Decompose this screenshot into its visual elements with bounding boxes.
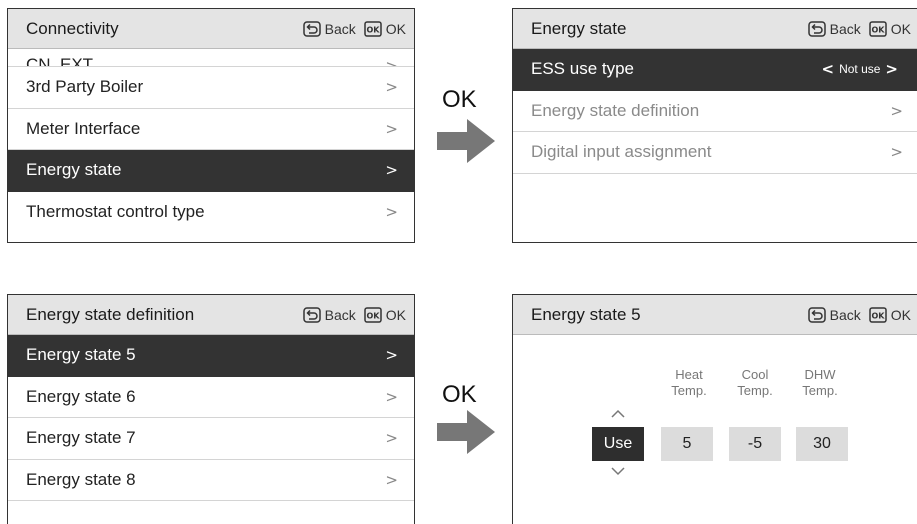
column-header-line: Temp. — [802, 383, 838, 398]
svg-text:OK: OK — [871, 25, 885, 34]
dhw-temp-value[interactable]: 30 — [796, 427, 848, 461]
back-label: Back — [829, 20, 861, 37]
right-arrow-icon — [437, 119, 495, 163]
back-button[interactable]: Back — [807, 306, 861, 323]
ok-button[interactable]: OK OK — [364, 307, 406, 323]
list-item-energy-state-5[interactable]: Energy state 5 > — [8, 335, 414, 377]
ess-use-type-value: Not use — [839, 62, 881, 77]
ok-button[interactable]: OK OK — [869, 307, 911, 323]
ok-button[interactable]: OK OK — [364, 21, 406, 37]
dhw-temp-header: DHW Temp. — [800, 367, 840, 399]
cool-temp-header: Cool Temp. — [735, 367, 775, 399]
screen-title: Connectivity — [26, 18, 119, 38]
chevron-right-icon: > — [385, 161, 398, 180]
list-item-label: Energy state 8 — [26, 469, 136, 489]
heat-temp-value[interactable]: 5 — [661, 427, 713, 461]
ok-key-icon: OK — [869, 20, 887, 37]
list-item-energy-state-definition[interactable]: Energy state definition > — [513, 91, 917, 132]
heat-temp-header: Heat Temp. — [669, 367, 709, 399]
chevron-right-icon: > — [385, 387, 398, 406]
list-item-label: Meter Interface — [26, 118, 141, 138]
column-header-line: Cool — [741, 367, 769, 382]
list-item-energy-state-7[interactable]: Energy state 7 > — [8, 418, 414, 460]
back-label: Back — [829, 306, 861, 323]
chevron-right-icon: > — [890, 143, 903, 162]
back-return-icon — [807, 306, 826, 323]
list-item-energy-state[interactable]: Energy state > — [8, 150, 414, 192]
list-item-label: Energy state definition — [531, 100, 700, 120]
back-label: Back — [324, 20, 356, 37]
chevron-up-icon[interactable] — [611, 409, 625, 418]
list-item-label: Energy state 7 — [26, 428, 136, 448]
ok-label: OK — [890, 306, 911, 323]
chevron-right-icon: > — [385, 203, 398, 222]
right-arrow-icon — [437, 410, 495, 454]
back-button[interactable]: Back — [807, 20, 861, 37]
back-button[interactable]: Back — [302, 20, 356, 37]
list-item-meter-interface[interactable]: Meter Interface > — [8, 109, 414, 150]
list-item-thermostat-control-type[interactable]: Thermostat control type > — [8, 192, 414, 234]
ess-use-type-label: ESS use type — [531, 59, 635, 79]
energy-state-screen: Energy state Back OK OK ESS use type < N… — [512, 8, 917, 243]
svg-text:OK: OK — [366, 25, 380, 34]
chevron-right-icon: > — [385, 119, 398, 138]
screen-title: Energy state 5 — [531, 304, 641, 324]
chevron-right-icon: > — [890, 101, 903, 120]
list-item-label: Energy state 5 — [26, 345, 136, 365]
ok-transition-label-top: OK — [442, 86, 477, 113]
svg-text:OK: OK — [871, 311, 885, 320]
list-item-label: Thermostat control type — [26, 202, 205, 222]
use-toggle[interactable]: Use — [592, 427, 644, 461]
back-return-icon — [302, 306, 321, 323]
column-header-line: Temp. — [737, 383, 773, 398]
list-item-digital-input-assignment[interactable]: Digital input assignment > — [513, 132, 917, 174]
list-item-label: Energy state — [26, 160, 122, 180]
screen-header: Energy state 5 Back OK OK — [513, 295, 917, 335]
ok-label: OK — [385, 306, 406, 323]
ok-key-icon: OK — [364, 20, 382, 37]
list-item-label: Energy state 6 — [26, 386, 136, 406]
chevron-left-icon[interactable]: < — [821, 60, 834, 78]
list-item-cn-ext[interactable]: CN_EXT > — [8, 49, 414, 67]
back-return-icon — [302, 20, 321, 37]
ok-label: OK — [385, 20, 406, 37]
list-item-energy-state-6[interactable]: Energy state 6 > — [8, 377, 414, 418]
screen-header: Connectivity Back OK OK — [8, 9, 414, 49]
list-item-energy-state-8[interactable]: Energy state 8 > — [8, 460, 414, 501]
ok-transition-label-bottom: OK — [442, 381, 477, 408]
column-header-line: Heat — [675, 367, 703, 382]
cool-temp-value[interactable]: -5 — [729, 427, 781, 461]
column-header-line: Temp. — [671, 383, 707, 398]
screen-header: Energy state definition Back OK OK — [8, 295, 414, 335]
chevron-right-icon[interactable]: > — [885, 60, 898, 78]
list-item-label: 3rd Party Boiler — [26, 77, 144, 97]
list-item-label: Digital input assignment — [531, 142, 712, 162]
energy-state-5-screen: Energy state 5 Back OK OK Heat Temp. Coo… — [512, 294, 917, 524]
screen-title: Energy state definition — [26, 304, 195, 324]
chevron-right-icon: > — [385, 57, 398, 67]
back-label: Back — [324, 306, 356, 323]
ok-key-icon: OK — [364, 306, 382, 323]
connectivity-screen: Connectivity Back OK OK CN_EXT > 3rd Par… — [7, 8, 415, 243]
chevron-down-icon[interactable] — [611, 467, 625, 476]
ok-key-icon: OK — [869, 306, 887, 323]
svg-text:OK: OK — [366, 311, 380, 320]
back-button[interactable]: Back — [302, 306, 356, 323]
chevron-right-icon: > — [385, 470, 398, 489]
chevron-right-icon: > — [385, 346, 398, 365]
energy-state-definition-screen: Energy state definition Back OK OK Energ… — [7, 294, 415, 524]
column-header-line: DHW — [804, 367, 836, 382]
screen-header: Energy state Back OK OK — [513, 9, 917, 49]
screen-title: Energy state — [531, 18, 627, 38]
chevron-right-icon: > — [385, 429, 398, 448]
ess-use-type-selector[interactable]: < Not use > — [816, 60, 903, 78]
list-item-3rd-party-boiler[interactable]: 3rd Party Boiler > — [8, 67, 414, 109]
chevron-right-icon: > — [385, 78, 398, 97]
back-return-icon — [807, 20, 826, 37]
ess-use-type-row[interactable]: ESS use type < Not use > — [513, 49, 917, 91]
list-item-label: CN_EXT — [26, 55, 94, 67]
ok-label: OK — [890, 20, 911, 37]
ok-button[interactable]: OK OK — [869, 21, 911, 37]
